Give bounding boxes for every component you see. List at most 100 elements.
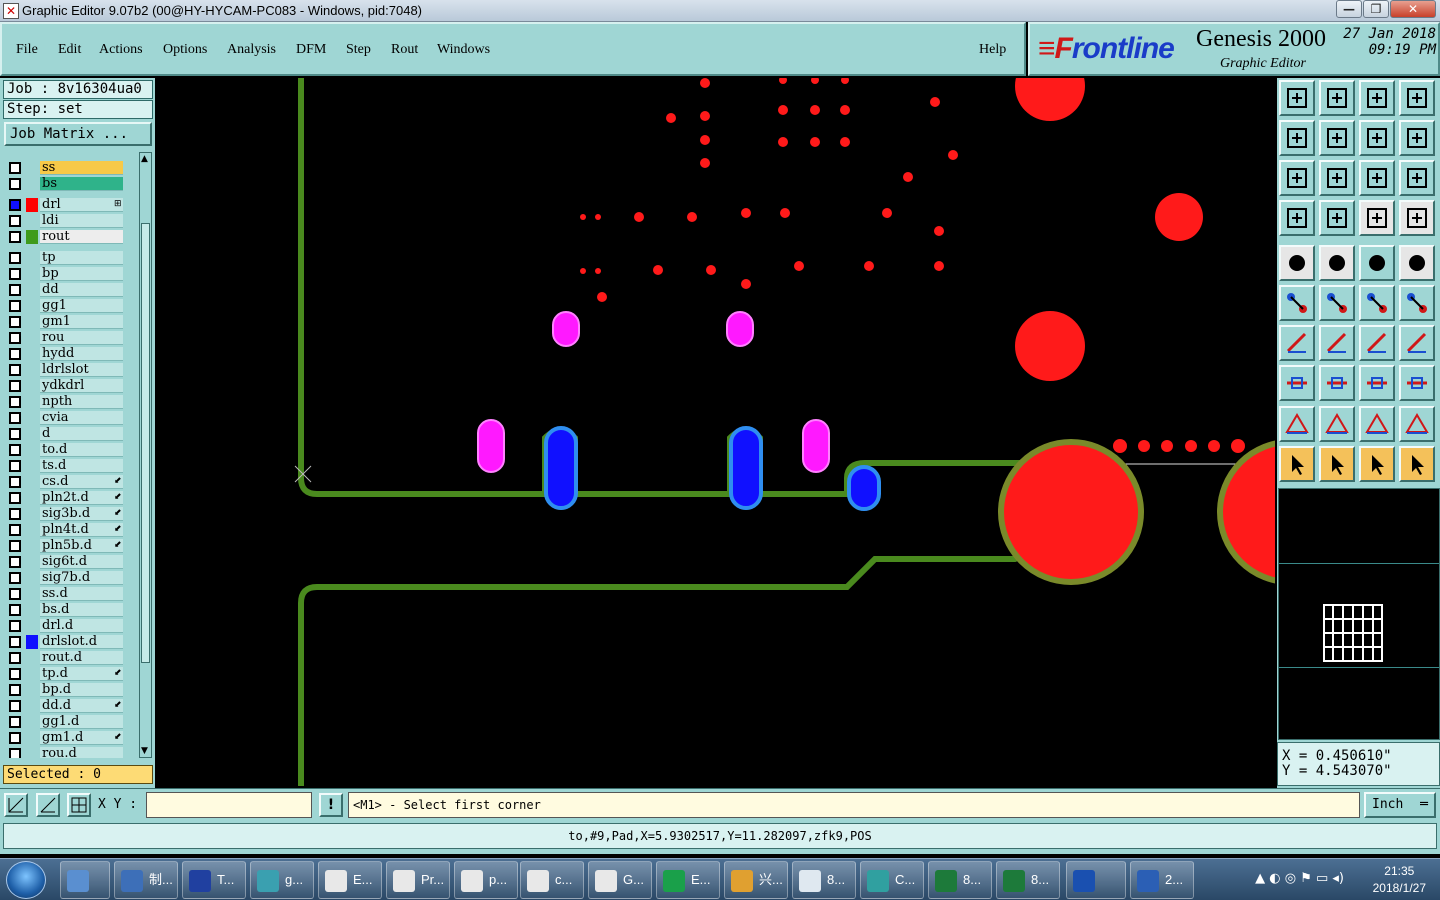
taskbar-app[interactable]: E...: [318, 861, 382, 899]
layer-checkbox[interactable]: [9, 284, 21, 296]
layer-row[interactable]: bs.d: [4, 603, 136, 617]
fit-screen-icon[interactable]: [1279, 160, 1315, 196]
layer-name[interactable]: bp: [40, 267, 123, 281]
layer-row[interactable]: ts.d: [4, 459, 136, 473]
job-matrix-button[interactable]: Job Matrix ...: [4, 122, 152, 146]
layer-name[interactable]: hydd: [40, 347, 123, 361]
connect-icon[interactable]: [1359, 285, 1395, 321]
unit-dropdown-icon[interactable]: ═: [1420, 794, 1428, 816]
layer-row[interactable]: npth: [4, 395, 136, 409]
layer-color-swatch[interactable]: [26, 198, 38, 212]
layer-checkbox[interactable]: [9, 444, 21, 456]
layer-checkbox[interactable]: [9, 748, 21, 758]
layer-checkbox[interactable]: [9, 460, 21, 472]
layer-checkbox[interactable]: [9, 508, 21, 520]
start-button[interactable]: [6, 861, 46, 899]
layer-row[interactable]: sig7b.d: [4, 571, 136, 585]
layer-name[interactable]: ts.d: [40, 459, 123, 473]
layer-color-swatch[interactable]: [26, 715, 38, 729]
overview-window[interactable]: [1278, 488, 1440, 740]
layer-checkbox[interactable]: [9, 268, 21, 280]
layer-color-swatch[interactable]: [26, 177, 38, 191]
layer-name[interactable]: rou: [40, 331, 123, 345]
menu-analysis[interactable]: Analysis: [227, 42, 276, 58]
menu-edit[interactable]: Edit: [58, 42, 81, 58]
layer-color-swatch[interactable]: [26, 363, 38, 377]
taskbar-app[interactable]: [1066, 861, 1126, 899]
taskbar-app[interactable]: 2...: [1130, 861, 1194, 899]
layer-color-swatch[interactable]: [26, 267, 38, 281]
layer-color-swatch[interactable]: [26, 523, 38, 537]
layer-checkbox[interactable]: [9, 620, 21, 632]
menu-windows[interactable]: Windows: [437, 42, 490, 58]
layer-color-swatch[interactable]: [26, 315, 38, 329]
layer-checkbox[interactable]: [9, 668, 21, 680]
layer-name[interactable]: gm1.d: [40, 731, 123, 745]
layer-name[interactable]: sig7b.d: [40, 571, 123, 585]
layer-name[interactable]: ydkdrl: [40, 379, 123, 393]
layer-row[interactable]: cvia: [4, 411, 136, 425]
layers-red-2-icon[interactable]: [1399, 200, 1435, 236]
layer-color-swatch[interactable]: [26, 230, 38, 244]
triangle-4-icon[interactable]: [1399, 406, 1435, 442]
layer-row[interactable]: dd.d ⬋: [4, 699, 136, 713]
help-icon[interactable]: [1399, 160, 1435, 196]
layer-color-swatch[interactable]: [26, 571, 38, 585]
layer-color-swatch[interactable]: [26, 587, 38, 601]
layer-color-swatch[interactable]: [26, 379, 38, 393]
layer-checkbox[interactable]: [9, 215, 21, 227]
layer-name[interactable]: cs.d: [40, 475, 123, 489]
layer-scrollbar[interactable]: ▲ ▼: [139, 152, 152, 758]
layer-checkbox[interactable]: [9, 199, 21, 211]
layer-name[interactable]: gg1: [40, 299, 123, 313]
minus-icon[interactable]: [1319, 365, 1355, 401]
layer-color-swatch[interactable]: [26, 331, 38, 345]
snap-pad-icon[interactable]: [1279, 245, 1315, 281]
layer-row[interactable]: rou: [4, 331, 136, 345]
layer-name[interactable]: bs: [40, 177, 123, 191]
layer-row[interactable]: pln5b.d ⬋: [4, 539, 136, 553]
layer-row[interactable]: dd: [4, 283, 136, 297]
layer-name[interactable]: pln2t.d: [40, 491, 123, 505]
unit-selector[interactable]: Inch ═: [1364, 792, 1436, 818]
layer-name[interactable]: ldrlslot: [40, 363, 123, 377]
mirror-icon[interactable]: [1359, 120, 1395, 156]
layer-row[interactable]: tp: [4, 251, 136, 265]
layer-name[interactable]: tp: [40, 251, 123, 265]
scroll-thumb[interactable]: [141, 223, 150, 663]
layer-checkbox[interactable]: [9, 572, 21, 584]
layer-row[interactable]: rout: [4, 230, 136, 244]
alert-button[interactable]: !: [319, 793, 343, 817]
layer-name[interactable]: tp.d: [40, 667, 123, 681]
taskbar-app[interactable]: 8...: [996, 861, 1060, 899]
layer-name[interactable]: ss.d: [40, 587, 123, 601]
window-split-icon[interactable]: [1399, 80, 1435, 116]
layer-checkbox[interactable]: [9, 396, 21, 408]
layer-name[interactable]: rout: [40, 230, 123, 244]
layer-row[interactable]: gm1.d ⬋: [4, 731, 136, 745]
taskbar-app[interactable]: T...: [182, 861, 246, 899]
layer-name[interactable]: gm1: [40, 315, 123, 329]
layer-checkbox[interactable]: [9, 604, 21, 616]
layer-color-swatch[interactable]: [26, 619, 38, 633]
settings-icon[interactable]: [1279, 200, 1315, 236]
layer-checkbox[interactable]: [9, 684, 21, 696]
pan-right-icon[interactable]: [1319, 120, 1355, 156]
layer-color-swatch[interactable]: [26, 507, 38, 521]
layer-row[interactable]: bs: [4, 177, 136, 191]
layer-row[interactable]: gm1: [4, 315, 136, 329]
taskbar-clock[interactable]: 21:35 2018/1/27: [1373, 863, 1426, 897]
connect-2-icon[interactable]: [1399, 285, 1435, 321]
layer-checkbox[interactable]: [9, 316, 21, 328]
select-net-icon[interactable]: [1399, 446, 1435, 482]
layer-name[interactable]: sig3b.d: [40, 507, 123, 521]
probe-icon[interactable]: [1319, 200, 1355, 236]
move-icon[interactable]: [1279, 365, 1315, 401]
taskbar-app[interactable]: 8...: [792, 861, 856, 899]
layer-name[interactable]: pln4t.d: [40, 523, 123, 537]
layer-checkbox[interactable]: [9, 732, 21, 744]
layer-row[interactable]: cs.d ⬋: [4, 475, 136, 489]
layer-up-icon[interactable]: [1279, 80, 1315, 116]
layer-down-icon[interactable]: [1319, 80, 1355, 116]
taskbar-app[interactable]: g...: [250, 861, 314, 899]
